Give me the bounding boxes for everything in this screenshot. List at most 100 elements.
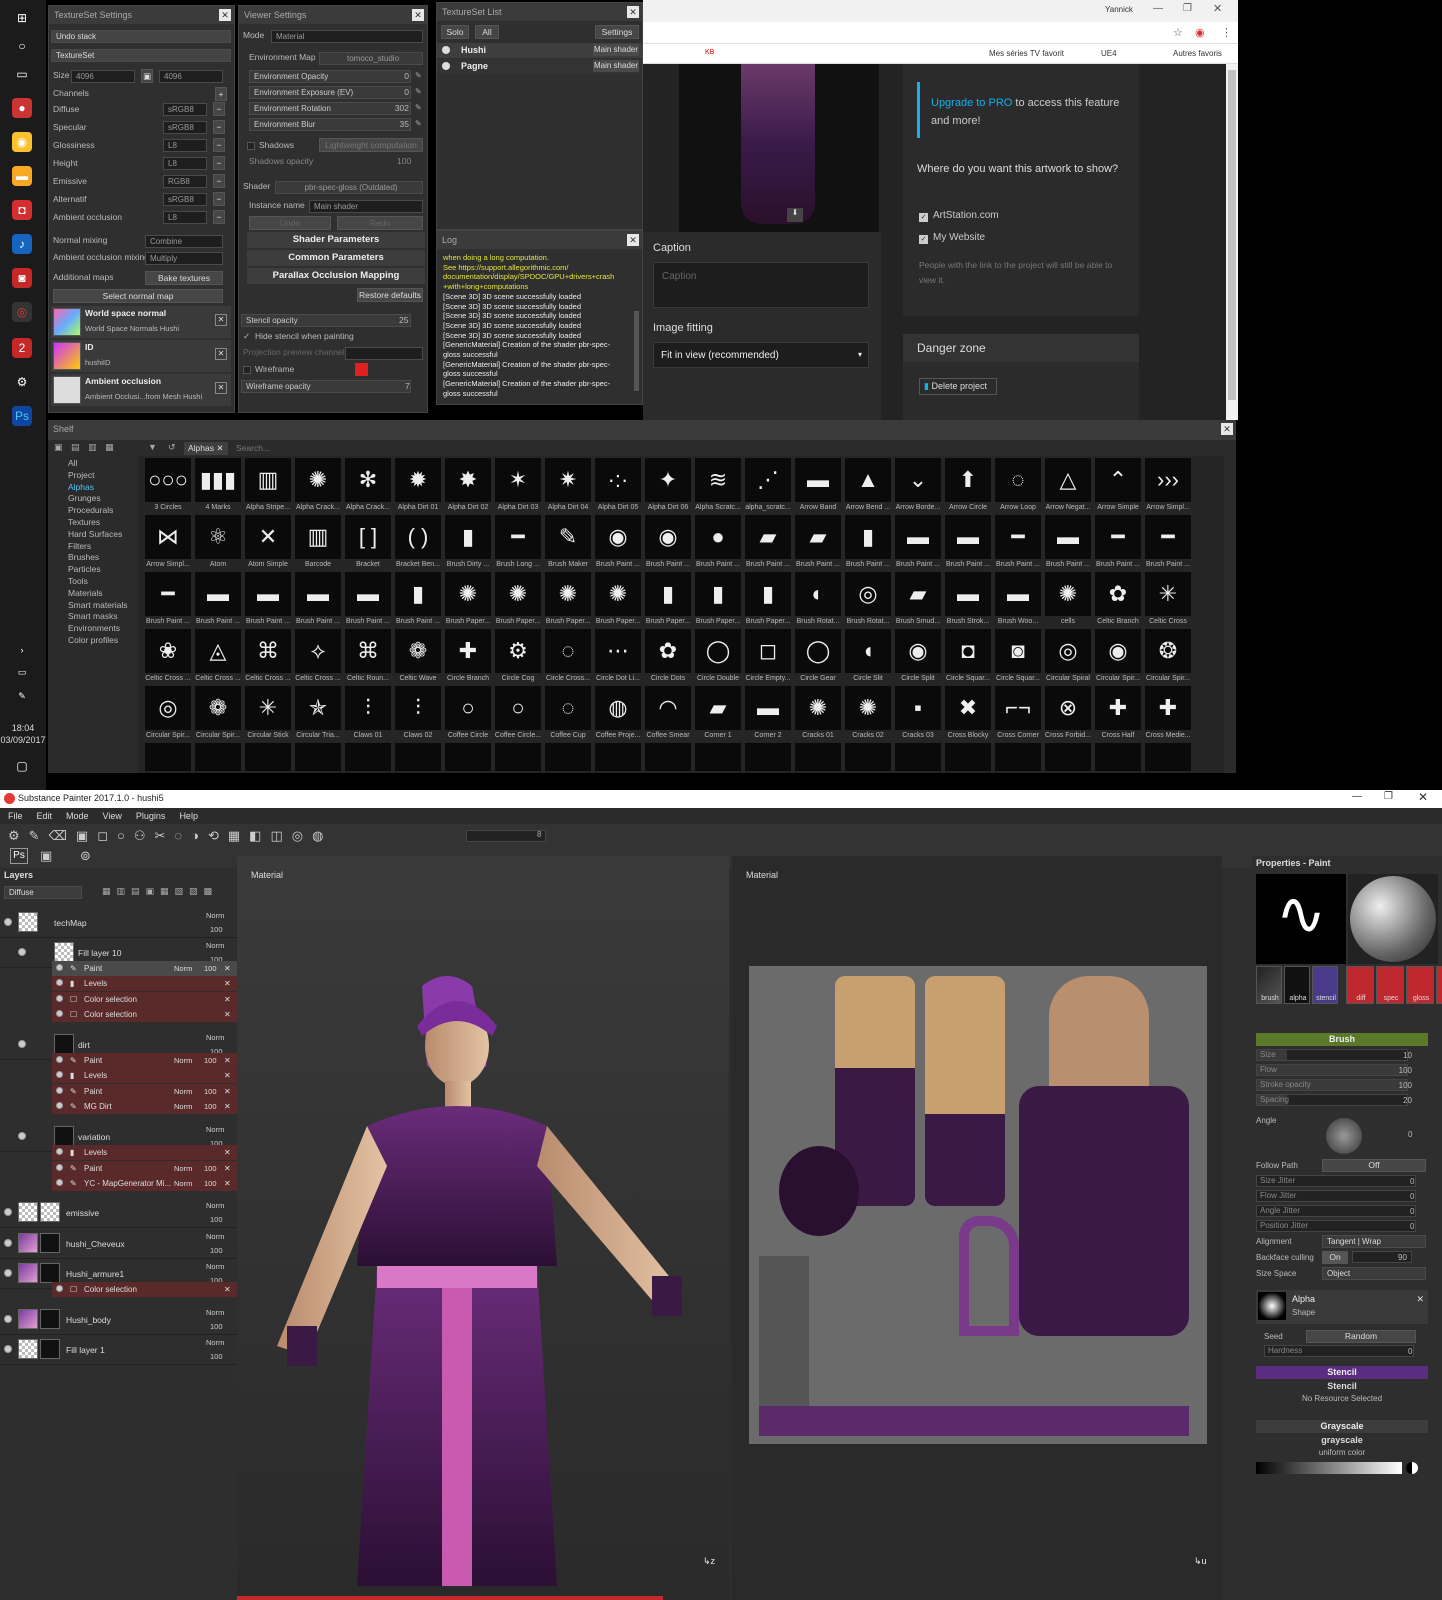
effect-blend-mode[interactable]: Norm [174,961,192,976]
visibility-eye-icon[interactable] [56,1285,63,1292]
alpha-tile[interactable]: ✹ Alpha Dirt 01 [394,458,442,515]
alpha-tile[interactable] [845,743,891,771]
layer-blend-mode[interactable]: Norm [206,911,224,920]
substance-icon[interactable]: ◎ [12,302,32,322]
shader-dropdown[interactable]: Main shader [593,44,639,56]
layer-blend-mode[interactable]: Norm [206,1338,224,1347]
restore-icon[interactable]: ❐ [1183,3,1192,14]
menu-item[interactable]: Mode [66,811,89,821]
alpha-tile[interactable]: ✺ Brush Paper... [594,572,642,629]
remove-effect-icon[interactable]: ✕ [224,1053,231,1068]
undo-button[interactable]: Undo [249,216,331,230]
brush-param-slider[interactable]: Spacing [1256,1094,1408,1106]
remove-effect-icon[interactable]: ✕ [224,1068,231,1083]
layer-effect-row[interactable]: ✎ Paint Norm 100 ✕ [52,1053,237,1068]
layer-effect-row[interactable]: ✎ Paint Norm 100 ✕ [52,1161,237,1176]
env-slider[interactable]: Environment Blur [249,118,411,131]
alpha-tile[interactable] [645,743,691,771]
layer-row[interactable]: emissive Norm 100 [0,1198,237,1228]
visibility-eye-icon[interactable] [56,995,63,1002]
layer-blend-mode[interactable]: Norm [206,941,224,950]
alpha-tile[interactable]: ━ Brush Paint ... [1144,515,1192,572]
edit-pencil-icon[interactable]: ✎ [415,119,422,128]
visibility-eye-icon[interactable] [18,1132,26,1140]
visibility-eye-icon[interactable] [56,1056,63,1063]
viewport-3d[interactable]: Material ↳z [237,856,729,1600]
folder-icon[interactable]: ▣ [54,442,63,452]
visibility-eye-icon[interactable] [56,979,63,986]
layer-blend-mode[interactable]: Norm [206,1125,224,1134]
shader-dropdown[interactable]: Main shader [593,60,639,72]
alpha-tile[interactable]: ▥ Alpha Stripe... [244,458,292,515]
alpha-tile[interactable]: ▪ Cracks 03 [894,686,942,743]
remove-channel-icon[interactable]: − [213,192,225,206]
effect-opacity[interactable]: 100 [204,1084,217,1099]
alignment-dropdown[interactable]: Tangent | Wrap [1322,1235,1426,1248]
shelf-category-item[interactable]: Project [68,470,94,480]
itunes-icon[interactable]: ♪ [12,234,32,254]
radio-icon[interactable] [442,46,450,54]
select-normal-map-button[interactable]: Select normal map [53,289,223,303]
radio-icon[interactable] [442,62,450,70]
settings-button[interactable]: Settings [595,25,639,39]
lock-icon[interactable]: ▣ [141,69,153,83]
brush-param-slider[interactable]: Flow [1256,1064,1408,1076]
follow-path-toggle[interactable]: Off [1322,1159,1426,1172]
wireframe-checkbox[interactable] [243,366,251,374]
alpha-tile[interactable]: ✺ cells [1044,572,1092,629]
remove-map-icon[interactable]: ✕ [215,314,227,326]
effect-opacity[interactable]: 100 [204,1053,217,1068]
size-dropdown[interactable]: 4096 [71,70,135,83]
alpha-tile[interactable]: ◐ Brush Rotat... [794,572,842,629]
alpha-tile[interactable]: ⋈ Arrow Simpl... [144,515,192,572]
settings-gear-icon[interactable]: ⚙ [12,372,32,392]
close-icon[interactable]: ✕ [219,9,231,21]
alpha-tile[interactable]: ✕ Atom Simple [244,515,292,572]
edit-pencil-icon[interactable]: ✎ [415,103,422,112]
alpha-tile[interactable]: △ Arrow Negat... [1044,458,1092,515]
layer-row[interactable]: Hushi_body Norm 100 [0,1305,237,1335]
remove-filter-icon[interactable]: ✕ [216,443,223,453]
visibility-eye-icon[interactable] [4,1239,12,1247]
layer-opacity[interactable]: 100 [210,1246,223,1255]
alpha-tile[interactable]: ◘ Circle Squar... [944,629,992,686]
remove-effect-icon[interactable]: ✕ [224,961,231,976]
alpha-tile[interactable]: ❂ Circular Spir... [1144,629,1192,686]
alpha-tile[interactable]: ◌ Circle Cross... [544,629,592,686]
parallax-section[interactable]: Parallax Occlusion Mapping [247,268,425,284]
alpha-tile[interactable] [1045,743,1091,771]
shelf-category-item[interactable]: Smart materials [68,600,128,610]
alpha-tile[interactable]: ✦ Alpha Dirt 06 [644,458,692,515]
channel-format-dropdown[interactable]: L8 [163,139,207,152]
alpha-tile[interactable]: ▬ Arrow Band [794,458,842,515]
menu-item[interactable]: File [8,811,23,821]
instance-field[interactable]: Main shader [309,200,423,213]
scrollbar-thumb[interactable] [1228,70,1236,400]
visibility-eye-icon[interactable] [56,1087,63,1094]
effect-blend-mode[interactable]: Norm [174,1084,192,1099]
remove-channel-icon[interactable]: − [213,156,225,170]
alpha-tile[interactable]: ▬ Brush Woo... [994,572,1042,629]
alpha-tile[interactable]: ✿ Circle Dots [644,629,692,686]
artstation-checkbox[interactable]: ✓ [919,213,928,222]
undo-stack-dropdown[interactable]: Undo stack [51,30,231,43]
layer-effect-row[interactable]: ✎ Paint Norm 100 ✕ [52,961,237,976]
remove-map-icon[interactable]: ✕ [215,382,227,394]
close-icon[interactable]: ✕ [1418,790,1428,804]
visibility-eye-icon[interactable] [56,1071,63,1078]
hardness-slider[interactable]: Hardness [1264,1345,1414,1357]
alpha-tile[interactable]: ◬ Celtic Cross ... [194,629,242,686]
address-bar[interactable]: ☆ ◉ ⋮ [643,22,1238,44]
layer-opacity[interactable]: 100 [210,1322,223,1331]
textureset-item[interactable]: Pagne Main shader [437,59,642,74]
alpha-tile[interactable]: ✚ Cross Medie... [1144,686,1192,743]
remove-effect-icon[interactable]: ✕ [224,1099,231,1114]
stencil-section-header[interactable]: Stencil [1256,1366,1428,1379]
app-red-icon[interactable]: ◘ [12,200,32,220]
effect-blend-mode[interactable]: Norm [174,1099,192,1114]
tool-icons[interactable]: ⚙✎⌫▣◻○⚇✂◌◑⟲▦◧◫◎◍ [8,828,332,844]
remove-effect-icon[interactable]: ✕ [224,1007,231,1022]
shelf-category-item[interactable]: Grunges [68,493,101,503]
alpha-tile[interactable] [695,743,741,771]
channel-format-dropdown[interactable]: sRGB8 [163,121,207,134]
